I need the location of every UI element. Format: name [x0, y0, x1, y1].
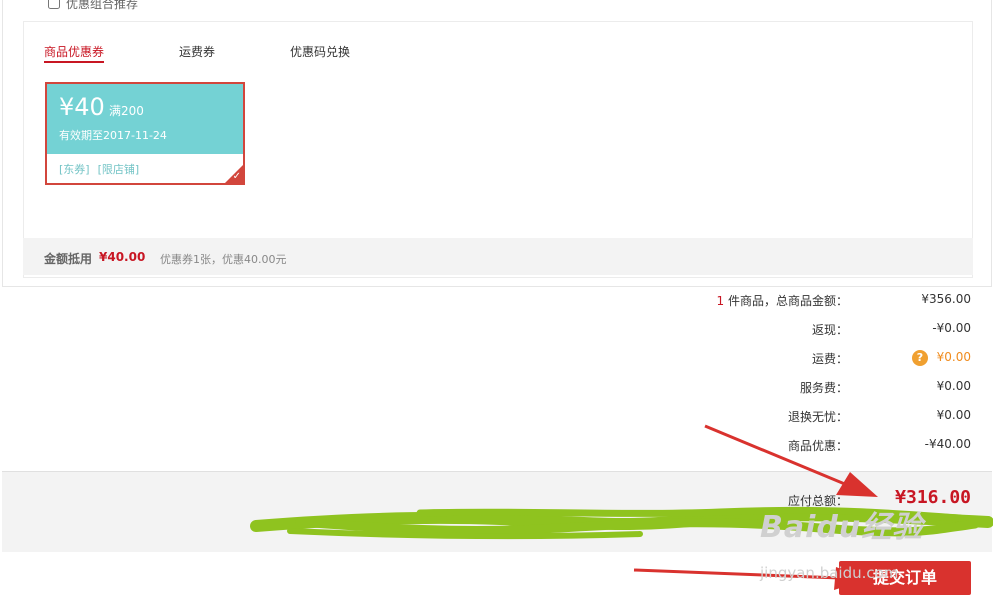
coupon-card[interactable]: ¥40 满200 有效期至2017-11-24 [东券] [限店铺] ✓ — [45, 82, 245, 185]
goods-discount-value: -¥40.00 — [924, 437, 971, 451]
combo-recommend-label: 优惠组合推荐 — [66, 0, 139, 11]
coupon-tag: [东券] — [59, 163, 90, 176]
active-tab-indicator — [44, 61, 104, 63]
deduction-desc: 优惠券1张，优惠40.00元 — [160, 253, 287, 266]
goods-discount-label: 商品优惠： — [787, 439, 848, 453]
service-fee-value: ¥0.00 — [936, 379, 971, 393]
cashback-value: -¥0.00 — [932, 321, 971, 335]
baidu-watermark: Baidu经验 — [760, 510, 924, 545]
combo-recommend-row[interactable]: 优惠组合推荐 — [48, 0, 138, 12]
coupon-tag: [限店铺] — [97, 163, 140, 176]
deduction-value: ¥40.00 — [99, 250, 146, 264]
goods-total-label: 1 件商品，总商品金额： — [717, 292, 848, 309]
check-icon: ✓ — [232, 171, 241, 182]
coupon-card-header: ¥40 满200 有效期至2017-11-24 — [47, 84, 243, 154]
tab-goods-coupon[interactable]: 商品优惠券 — [44, 43, 104, 60]
cashback-label: 返现： — [811, 323, 848, 337]
goods-total-text: 件商品，总商品金额： — [727, 294, 848, 308]
coupon-tags: [东券] [限店铺] — [59, 161, 139, 177]
freight-value: ¥0.00 — [936, 350, 971, 364]
question-icon[interactable]: ? — [912, 350, 928, 366]
combo-recommend-checkbox[interactable] — [48, 0, 60, 9]
service-fee-label: 服务费： — [799, 381, 848, 395]
freight-label: 运费： — [811, 352, 848, 366]
coupon-amount: ¥40 — [59, 93, 105, 121]
item-count: 1 — [716, 294, 725, 308]
tab-promo-code[interactable]: 优惠码兑换 — [290, 43, 350, 60]
tab-freight-coupon[interactable]: 运费券 — [179, 43, 215, 60]
return-insurance-label: 退换无忧： — [787, 410, 848, 424]
goods-total-value: ¥356.00 — [921, 292, 971, 306]
return-insurance-value: ¥0.00 — [936, 408, 971, 422]
coupon-valid-until: 有效期至2017-11-24 — [59, 129, 167, 142]
watermark-url: jingyan.baidu.com — [760, 564, 899, 582]
deduction-label: 金额抵用 — [44, 252, 93, 266]
coupon-condition: 满200 — [109, 104, 144, 118]
